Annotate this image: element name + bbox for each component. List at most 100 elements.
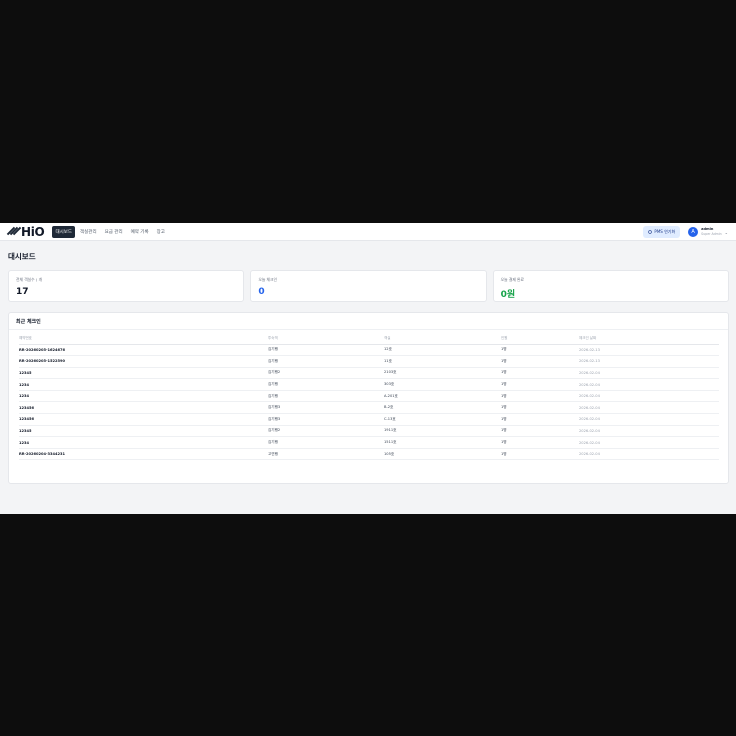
header-actions: PMS 연기화 A admin Super Admin ⌄ (643, 223, 728, 241)
stat-label: 오늘 결제 완료 (500, 277, 525, 282)
stat-card-today-checkins: 오늘 체크인 0 (250, 270, 487, 302)
stat-cards: 전체 객실수 ( 개 17 오늘 체크인 0 오늘 결제 완료 0원 (8, 270, 729, 302)
column-header-checkin-date: 체크인 날짜 (579, 333, 719, 345)
room-cell: 105호 (384, 448, 501, 461)
guests-count-cell: 1명 (501, 378, 579, 391)
nav-item-rates[interactable]: 요금 관리 (102, 226, 126, 238)
reservation-number-cell: RR-20260205-1624676 (19, 344, 268, 357)
guests-count-cell: 1명 (501, 436, 579, 449)
guests-count-cell: 1명 (501, 355, 579, 368)
guests-count-cell: 1명 (501, 367, 579, 380)
guest-cell: 김기행2 (268, 367, 384, 380)
table-row[interactable]: RR-20260205-1624676 김기행 12호 1명 2026-02-13 (19, 344, 719, 357)
stat-value: 0 (258, 287, 265, 297)
guest-cell: 김기행 (268, 390, 384, 403)
table-row[interactable]: 123456 김기행3 C-13호 1명 2026-02-04 (19, 413, 719, 426)
table-row[interactable]: 1234 김기행 303호 1명 2026-02-04 (19, 378, 719, 391)
stat-label: 전체 객실수 ( 개 (16, 277, 43, 282)
user-menu[interactable]: A admin Super Admin ⌄ (688, 227, 728, 237)
room-cell: C-13호 (384, 413, 501, 426)
guests-count-cell: 1명 (501, 344, 579, 357)
checkin-date-cell: 2026-02-04 (579, 401, 719, 415)
table-row[interactable]: RR-20260204-3344231 고연행 105호 1명 2026-02-04 (19, 448, 719, 461)
chevron-down-icon: ⌄ (724, 229, 728, 235)
nav-item-reservations[interactable]: 예약 기록 (128, 226, 152, 238)
guest-cell: 김기행3 (268, 401, 384, 415)
column-header-room: 객실 (384, 333, 501, 345)
guest-cell: 김기행 (268, 344, 384, 357)
guest-cell: 김기행 (268, 436, 384, 449)
guest-cell: 고연행 (268, 448, 384, 461)
column-header-reservation-number: 예약번호 (19, 333, 268, 345)
room-cell: 1911호 (384, 425, 501, 438)
nav-item-settings[interactable]: 장고 (154, 226, 168, 238)
column-header-guest: 투숙객 (268, 333, 384, 345)
column-header-guests-count: 인원 (501, 333, 579, 345)
logo-text: HiO (21, 224, 45, 239)
guest-cell: 김기행3 (268, 413, 384, 426)
user-role: Super Admin (701, 232, 722, 236)
pms-sync-button[interactable]: PMS 연기화 (643, 226, 681, 238)
stat-card-total-rooms: 전체 객실수 ( 개 17 (8, 270, 245, 302)
checkin-date-cell: 2026-02-04 (579, 367, 719, 380)
room-cell: 1511호 (384, 436, 501, 449)
checkin-date-cell: 2026-02-04 (579, 390, 719, 403)
room-cell: 2103호 (384, 367, 501, 380)
room-cell: 11호 (384, 355, 501, 368)
table-row[interactable]: 12345 김기행2 2103호 1명 2026-02-04 (19, 367, 719, 380)
guest-cell: 김기행 (268, 378, 384, 391)
app-screen: HiO 대시보드 객실관리 요금 관리 예약 기록 장고 PMS 연기화 A a… (0, 223, 736, 514)
checkin-date-cell: 2026-02-04 (579, 425, 719, 438)
checkin-date-cell: 2026-02-13 (579, 355, 719, 368)
reservation-number-cell: 123456 (19, 401, 268, 415)
reservation-number-cell: 12345 (19, 367, 268, 380)
reservation-number-cell: 1234 (19, 378, 268, 391)
room-cell: B-2호 (384, 401, 501, 415)
checkin-date-cell: 2026-02-04 (579, 413, 719, 426)
checkin-date-cell: 2026-02-04 (579, 448, 719, 461)
room-cell: 12호 (384, 344, 501, 357)
panel-title: 최근 체크인 (9, 313, 728, 330)
table-body: RR-20260205-1624676 김기행 12호 1명 2026-02-13 RR-… (19, 344, 719, 461)
room-cell: 303호 (384, 378, 501, 391)
reservation-number-cell: 1234 (19, 436, 268, 449)
guests-count-cell: 1명 (501, 425, 579, 438)
page-title: 대시보드 (8, 252, 36, 261)
guests-count-cell: 1명 (501, 401, 579, 415)
table-row[interactable]: 12345 김기행2 1911호 1명 2026-02-04 (19, 425, 719, 438)
reservation-number-cell: 1234 (19, 390, 268, 403)
nav-item-dashboard[interactable]: 대시보드 (52, 225, 76, 238)
table-header-row: 예약번호 투숙객 객실 인원 체크인 날짜 (19, 333, 719, 345)
main-nav: 대시보드 객실관리 요금 관리 예약 기록 장고 (52, 225, 168, 238)
stat-value: 0원 (500, 290, 516, 300)
table-row[interactable]: RR-20260205-1522590 김기행 11호 1명 2026-02-13 (19, 355, 719, 368)
checkin-date-cell: 2026-02-13 (579, 344, 719, 357)
sync-icon (648, 230, 653, 234)
pms-sync-label: PMS 연기화 (654, 229, 676, 234)
guests-count-cell: 1명 (501, 413, 579, 426)
table-row[interactable]: 1234 김기행 1511호 1명 2026-02-04 (19, 436, 719, 449)
top-navigation-bar: HiO 대시보드 객실관리 요금 관리 예약 기록 장고 PMS 연기화 A a… (0, 223, 736, 241)
guests-count-cell: 1명 (501, 448, 579, 461)
checkin-date-cell: 2026-02-04 (579, 378, 719, 391)
reservation-number-cell: 12345 (19, 425, 268, 438)
recent-checkins-table: 예약번호 투숙객 객실 인원 체크인 날짜 RR-20260205-162467… (19, 333, 719, 461)
guest-cell: 김기행 (268, 355, 384, 368)
room-cell: A-201호 (384, 390, 501, 403)
guest-cell: 김기행2 (268, 425, 384, 438)
table-row[interactable]: 1234 김기행 A-201호 1명 2026-02-04 (19, 390, 719, 403)
reservation-number-cell: 123456 (19, 413, 268, 426)
checkin-date-cell: 2026-02-04 (579, 436, 719, 449)
logo[interactable]: HiO (6, 224, 45, 239)
reservation-number-cell: RR-20260204-3344231 (19, 448, 268, 461)
reservation-number-cell: RR-20260205-1522590 (19, 355, 268, 368)
avatar: A (688, 227, 699, 237)
guests-count-cell: 1명 (501, 390, 579, 403)
stat-card-today-payments: 오늘 결제 완료 0원 (492, 270, 729, 302)
logo-mark-icon (6, 226, 22, 237)
recent-checkins-panel: 최근 체크인 예약번호 투숙객 객실 인원 체크인 날짜 RR-20260205… (8, 312, 729, 484)
stat-value: 17 (16, 287, 29, 297)
nav-item-rooms[interactable]: 객실관리 (77, 226, 100, 238)
stat-label: 오늘 체크인 (258, 277, 278, 282)
table-row[interactable]: 123456 김기행3 B-2호 1명 2026-02-04 (19, 401, 719, 415)
